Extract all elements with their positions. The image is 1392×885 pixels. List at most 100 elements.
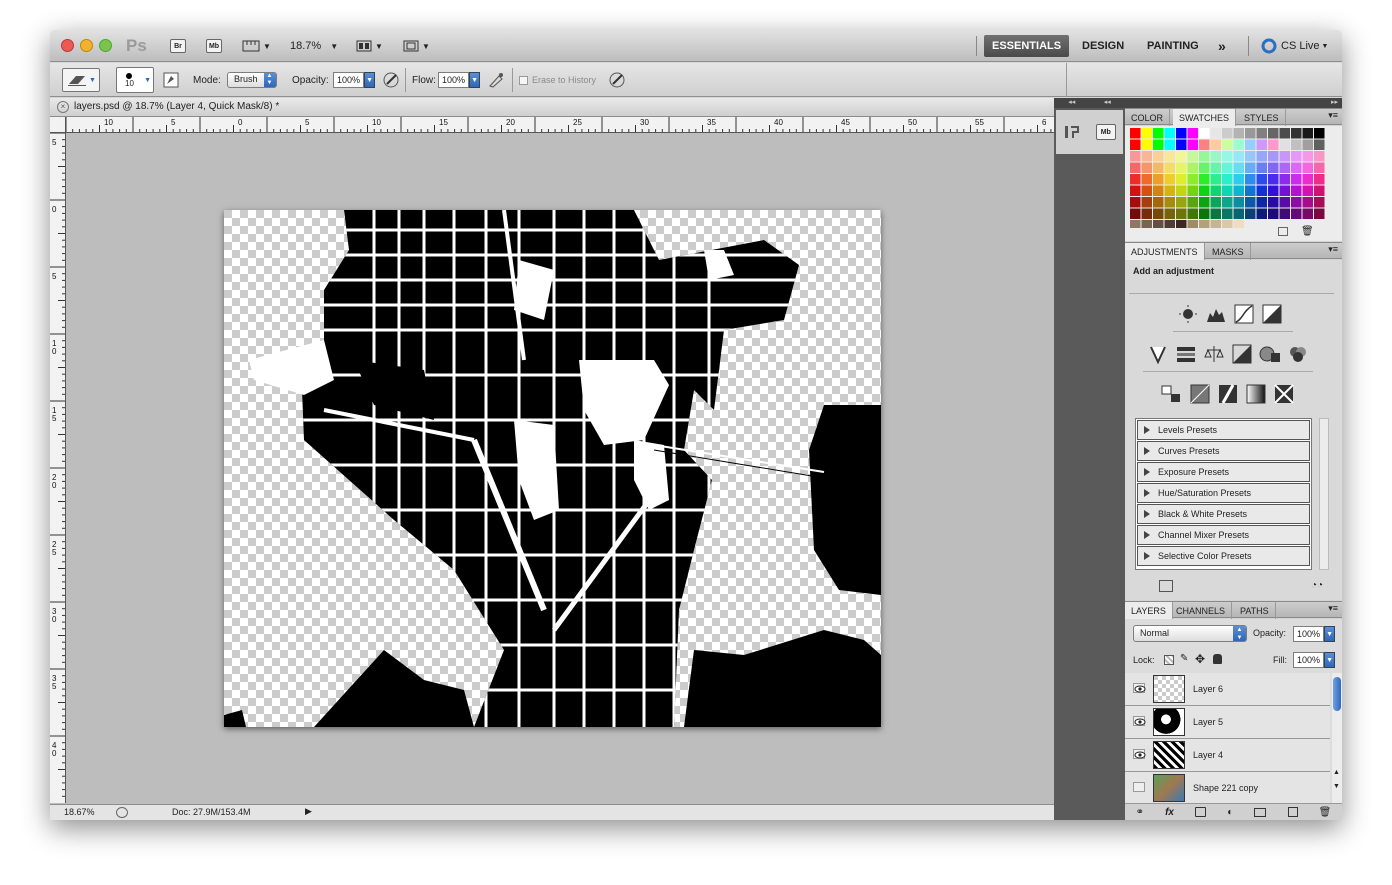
tab-adjustments[interactable]: ADJUSTMENTS — [1125, 243, 1205, 260]
document-tab[interactable]: × layers.psd @ 18.7% (Layer 4, Quick Mas… — [50, 98, 1054, 117]
presets-scrollbar[interactable] — [1319, 418, 1329, 570]
tab-layers[interactable]: LAYERS — [1125, 602, 1173, 619]
eye-icon[interactable] — [1133, 716, 1146, 726]
preset-item[interactable]: Hue/Saturation Presets — [1137, 483, 1310, 503]
screen-mode-button[interactable]: ▼ — [403, 30, 430, 62]
exposure-icon[interactable] — [1261, 304, 1283, 324]
history-panel-icon[interactable] — [1063, 123, 1081, 141]
tool-preset-picker[interactable]: ▼ — [62, 63, 100, 97]
eye-icon[interactable] — [1133, 683, 1146, 693]
zoom-level-menu[interactable]: 18.7% ▼ — [290, 30, 338, 62]
tab-swatches[interactable]: SWATCHES — [1173, 109, 1237, 126]
expand-dock-bar[interactable]: ▸▸ — [1125, 98, 1342, 108]
selective-color-icon[interactable] — [1273, 384, 1295, 404]
photo-filter-icon[interactable] — [1259, 344, 1281, 364]
new-adjustment-layer-icon[interactable]: ◐ — [1227, 807, 1233, 818]
hue-saturation-icon[interactable] — [1175, 344, 1197, 364]
layer-opacity-slider-button[interactable]: ▼ — [1324, 626, 1336, 642]
mode-select[interactable]: Brush ▲ ▼ — [227, 63, 277, 97]
workspace-design[interactable]: DESIGN — [1074, 35, 1132, 57]
new-layer-icon[interactable] — [1287, 807, 1298, 817]
layers-scrollbar[interactable]: ▲ ▼ — [1332, 673, 1342, 803]
tab-styles[interactable]: STYLES — [1238, 109, 1286, 126]
horizontal-ruler[interactable]: 10 5 0 5 10 15 20 25 30 35 40 45 50 55 6 — [66, 117, 1054, 133]
preset-item[interactable]: Channel Mixer Presets — [1137, 525, 1310, 545]
trash-icon[interactable]: 🗑 — [1301, 226, 1314, 237]
gradient-map-icon[interactable] — [1245, 384, 1267, 404]
layer-row[interactable]: Shape 221 copy — [1125, 772, 1330, 803]
preset-item[interactable]: Curves Presets — [1137, 441, 1310, 461]
layer-thumbnail[interactable] — [1153, 741, 1185, 769]
opacity-slider-button[interactable]: ▼ — [364, 72, 376, 88]
layers-scroll-thumb[interactable] — [1333, 677, 1341, 711]
panel-menu-icon[interactable]: ▾≡ — [1328, 603, 1338, 614]
ruler-origin[interactable] — [50, 117, 66, 133]
status-menu-arrow-icon[interactable]: ▶ — [305, 806, 312, 817]
airbrush-button[interactable] — [487, 63, 505, 97]
tab-paths[interactable]: PATHS — [1234, 602, 1276, 619]
layer-row[interactable]: Layer 6 — [1125, 673, 1330, 706]
blend-mode-select[interactable]: Normal ▲ ▼ — [1133, 625, 1247, 642]
tab-masks[interactable]: MASKS — [1206, 243, 1251, 260]
preset-item[interactable]: Exposure Presets — [1137, 462, 1310, 482]
cs-live-button[interactable]: CS Live ▼ — [1253, 35, 1336, 57]
preset-item[interactable]: Selective Color Presets — [1137, 546, 1310, 566]
vertical-ruler[interactable]: 5 0 5 1 0 1 5 2 0 2 5 3 0 3 5 4 0 — [50, 133, 66, 803]
clip-to-layer-icon[interactable] — [1159, 580, 1173, 592]
color-balance-icon[interactable] — [1203, 344, 1225, 364]
workspace-more-button[interactable]: » — [1210, 35, 1234, 57]
link-layers-icon[interactable]: ⚭ — [1136, 807, 1144, 818]
preset-item[interactable]: Black & White Presets — [1137, 504, 1310, 524]
layer-row[interactable]: Layer 4 — [1125, 739, 1330, 772]
tab-channels[interactable]: CHANNELS — [1170, 602, 1233, 619]
view-extras-button[interactable]: ▼ — [242, 30, 271, 62]
status-zoom[interactable]: 18.67% — [64, 807, 95, 817]
threshold-icon[interactable] — [1217, 384, 1239, 404]
flow-slider-button[interactable]: ▼ — [469, 72, 481, 88]
scroll-up-icon[interactable]: ▲ — [1333, 769, 1340, 776]
fill-slider-button[interactable]: ▼ — [1324, 652, 1336, 668]
arrange-documents-button[interactable]: ▼ — [356, 30, 383, 62]
workspace-painting[interactable]: PAINTING — [1139, 35, 1207, 57]
lock-transparent-icon[interactable] — [1164, 655, 1174, 665]
workspace-essentials[interactable]: ESSENTIALS — [984, 35, 1070, 57]
tablet-opacity-button[interactable] — [382, 63, 400, 97]
visibility-off-icon[interactable] — [1133, 782, 1145, 792]
mini-bridge-panel-icon[interactable]: Mb — [1095, 124, 1116, 140]
minimize-window-button[interactable] — [80, 39, 93, 52]
bridge-button[interactable]: Br — [170, 39, 186, 53]
document-canvas[interactable] — [224, 210, 881, 727]
channel-mixer-icon[interactable] — [1287, 344, 1309, 364]
lock-position-icon[interactable]: ✥ — [1195, 652, 1205, 666]
layer-style-icon[interactable]: fx — [1165, 807, 1174, 818]
posterize-icon[interactable] — [1189, 384, 1211, 404]
eye-icon[interactable] — [1133, 749, 1146, 759]
fill-input[interactable]: 100% — [1293, 652, 1325, 668]
layer-opacity-input[interactable]: 100% — [1293, 626, 1325, 642]
zoom-window-button[interactable] — [99, 39, 112, 52]
layer-thumbnail[interactable] — [1153, 774, 1185, 802]
tab-color[interactable]: COLOR — [1125, 109, 1171, 126]
levels-icon[interactable] — [1205, 304, 1227, 324]
vibrance-icon[interactable] — [1147, 344, 1169, 364]
layer-thumbnail[interactable] — [1153, 708, 1185, 736]
layer-thumbnail[interactable] — [1153, 675, 1185, 703]
new-swatch-icon[interactable] — [1278, 227, 1288, 236]
status-info-icon[interactable] — [116, 807, 128, 818]
delete-layer-icon[interactable]: 🗑 — [1319, 807, 1332, 818]
brightness-contrast-icon[interactable] — [1177, 304, 1199, 324]
close-window-button[interactable] — [61, 39, 74, 52]
scroll-down-icon[interactable]: ▼ — [1333, 783, 1340, 790]
tablet-size-button[interactable] — [608, 63, 626, 97]
lock-image-icon[interactable]: ✎ — [1180, 653, 1188, 664]
panel-menu-icon[interactable]: ▾≡ — [1328, 244, 1338, 255]
add-mask-icon[interactable] — [1195, 807, 1207, 817]
preset-item[interactable]: Levels Presets — [1137, 420, 1310, 440]
lock-all-icon[interactable] — [1213, 654, 1222, 664]
layer-row[interactable]: Layer 5 — [1125, 706, 1330, 739]
flow-input[interactable]: 100% — [438, 72, 470, 88]
erase-to-history-checkbox[interactable]: Erase to History — [519, 63, 596, 97]
toggle-brush-panel-button[interactable] — [163, 63, 179, 97]
view-previous-state-icon[interactable]: ◔◔ — [1311, 580, 1323, 591]
mini-bridge-button[interactable]: Mb — [206, 39, 222, 53]
